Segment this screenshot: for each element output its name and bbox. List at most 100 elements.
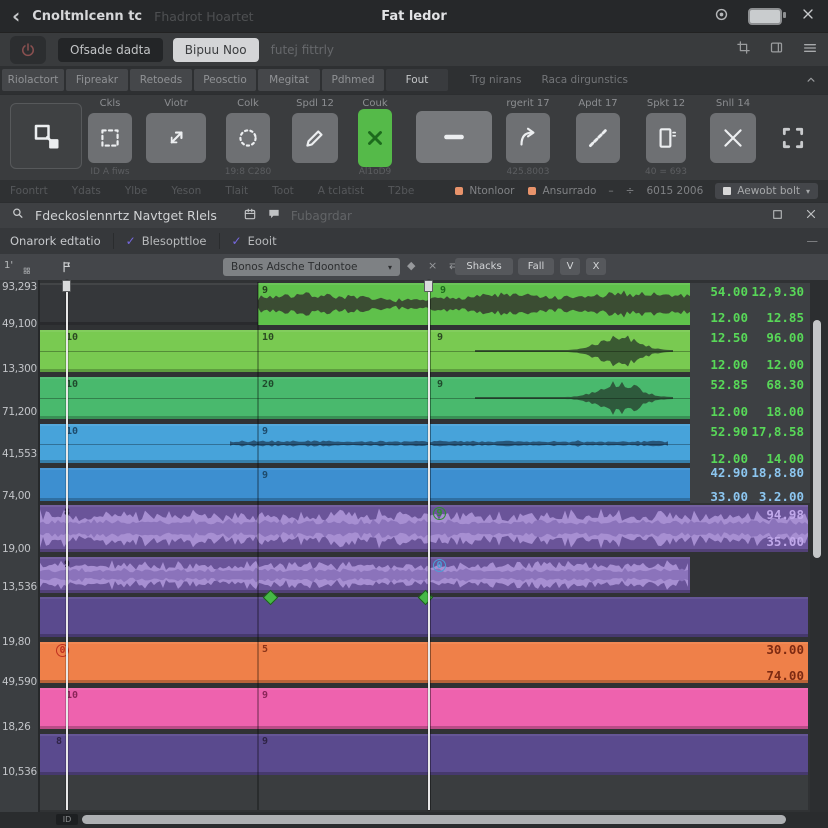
- panel-header: Fdeckoslennrtz Navtget Rlels Fubagrdar: [0, 202, 828, 228]
- status-item-6[interactable]: A tclatist: [318, 185, 364, 197]
- track-row-7[interactable]: 90: [40, 557, 690, 593]
- close-panel-icon[interactable]: [804, 206, 818, 225]
- tool-sublabel-9: 40 = 693: [632, 167, 700, 177]
- cross-tool-button[interactable]: [358, 109, 392, 167]
- collapse-toolbar-icon[interactable]: [804, 73, 818, 87]
- tab-5[interactable]: Pdhmed: [322, 69, 384, 91]
- status-item-1[interactable]: Ydats: [72, 185, 101, 197]
- tool-bar: CklsID A fiwsViotrColk19:8 C280Spdl 12Co…: [0, 94, 828, 180]
- playhead-handle-2[interactable]: [424, 280, 433, 292]
- track-row-3[interactable]: 10209: [40, 377, 690, 419]
- status-dash: –: [608, 185, 613, 197]
- pencil-tool-button[interactable]: [292, 113, 338, 163]
- waveform-centerline: [40, 444, 690, 445]
- collapse-dash[interactable]: —: [807, 234, 819, 248]
- grid-line: [257, 282, 259, 810]
- status-item-4[interactable]: Tlait: [225, 185, 248, 197]
- status-item-0[interactable]: Foontrt: [10, 185, 48, 197]
- sort-icon[interactable]: ÷: [626, 185, 635, 197]
- mixer-button-x[interactable]: X: [586, 258, 606, 275]
- ruler-time-label: 13,300: [2, 363, 37, 375]
- powerbar-button-0[interactable]: Ofsade dadta: [58, 38, 163, 62]
- tab-0[interactable]: Riolactort: [2, 69, 64, 91]
- scroll-chip[interactable]: ID: [56, 814, 78, 825]
- tab-bar: RiolactortFipreakrRetoedsPeosctioMegitat…: [0, 66, 828, 94]
- status-item-2[interactable]: Ylbe: [125, 185, 147, 197]
- minus-tool-button[interactable]: [416, 111, 492, 163]
- track-row-2[interactable]: 10109: [40, 330, 690, 372]
- status-item-7[interactable]: T2be: [388, 185, 414, 197]
- tab-2[interactable]: Retoeds: [130, 69, 192, 91]
- back-button[interactable]: ‹: [12, 6, 20, 26]
- tab-4[interactable]: Megitat: [258, 69, 320, 91]
- audio-clip[interactable]: [258, 283, 690, 325]
- value-right: 96.00: [748, 330, 804, 345]
- document-title: Fat ledor: [381, 9, 447, 24]
- tool-sublabel-5: Al1oD9: [344, 167, 406, 177]
- status-marker-0: Ntonloor: [455, 185, 514, 197]
- dashed-rect-tool-button[interactable]: [88, 113, 132, 163]
- select-tool-tool-button[interactable]: [10, 103, 82, 169]
- track-row-5[interactable]: 9: [40, 468, 690, 501]
- playhead-line-2[interactable]: [428, 280, 430, 810]
- slope-tool-button[interactable]: [576, 113, 620, 163]
- clip-index-badge: 9: [437, 379, 443, 390]
- flag-icon[interactable]: [60, 259, 74, 278]
- door-tool-button[interactable]: [646, 113, 686, 163]
- value-right: 12.85: [748, 310, 804, 325]
- chevron-down-icon: ▾: [806, 187, 810, 196]
- mixer-tool-icon-0[interactable]: ◆: [407, 260, 415, 271]
- filter-check-0[interactable]: ✓Blesopttloe: [126, 234, 207, 248]
- playhead-handle-1[interactable]: [62, 280, 71, 292]
- tool-label-7: rgerit 17: [496, 98, 560, 109]
- calendar-icon[interactable]: [243, 206, 257, 225]
- value-left: [686, 642, 748, 657]
- track-row-1[interactable]: 99: [40, 283, 690, 325]
- preset-dropdown[interactable]: Bonos Adsche Tdoontoe ▾: [223, 258, 400, 276]
- tab-3[interactable]: Peosctio: [194, 69, 256, 91]
- filter-check-1[interactable]: ✓Eooit: [232, 234, 277, 248]
- panel-icon[interactable]: [769, 40, 784, 59]
- mixer-button-v[interactable]: V: [560, 258, 580, 275]
- search-icon[interactable]: [10, 206, 25, 225]
- fullscreen-tool-button[interactable]: [772, 115, 814, 161]
- value-right: 3.2.00: [748, 489, 804, 504]
- tab-bar-text-1[interactable]: Raca dirgunstics: [541, 74, 627, 86]
- status-item-5[interactable]: Toot: [272, 185, 294, 197]
- horizontal-scrollbar[interactable]: [82, 815, 786, 824]
- x-tool-button[interactable]: [710, 113, 756, 163]
- preset-dropdown-label: Bonos Adsche Tdoontoe: [231, 261, 357, 273]
- ruler-time-label: 49,590: [2, 676, 37, 688]
- mixer-tool-icon-1[interactable]: ×: [428, 260, 437, 271]
- playhead-line-1[interactable]: [66, 280, 68, 810]
- move-arrows-tool-button[interactable]: [146, 113, 206, 163]
- track-row-10[interactable]: 109: [40, 688, 808, 729]
- chat-icon[interactable]: [267, 206, 281, 225]
- crop-icon[interactable]: [736, 40, 751, 59]
- time-ruler[interactable]: 93,29349,10013,30071,20041,55374,0019,00…: [0, 280, 40, 812]
- power-button[interactable]: [10, 36, 46, 64]
- vertical-scrollbar[interactable]: [813, 320, 821, 558]
- value-pair: 42.9018,8.80: [686, 465, 808, 480]
- tab-bar-text-0[interactable]: Trg nirans: [470, 74, 521, 86]
- restore-icon[interactable]: [771, 206, 784, 225]
- track-row-4[interactable]: 109: [40, 424, 690, 463]
- powerbar-button-1[interactable]: Bipuu Noo: [173, 38, 259, 62]
- ruler-time-label: 19,80: [2, 636, 31, 648]
- close-icon[interactable]: [800, 6, 816, 26]
- target-icon[interactable]: [713, 6, 730, 27]
- swatch-icon: [723, 187, 731, 195]
- tab-1[interactable]: Fipreakr: [66, 69, 128, 91]
- track-row-11[interactable]: 89: [40, 734, 808, 775]
- tab-6[interactable]: Fout: [386, 69, 448, 91]
- curve-arrow-tool-button[interactable]: [506, 113, 550, 163]
- status-dropdown[interactable]: Aewobt bolt ▾: [715, 183, 818, 199]
- status-dropdown-label: Aewobt bolt: [737, 185, 800, 197]
- mixer-button-shacks[interactable]: Shacks: [455, 258, 513, 275]
- filter-row: Onarork edtatio ✓Blesopttloe✓Eooit —: [0, 228, 828, 254]
- status-item-3[interactable]: Yeson: [171, 185, 201, 197]
- dotted-circle-tool-button[interactable]: [226, 113, 270, 163]
- mixer-button-fall[interactable]: Fall: [518, 258, 554, 275]
- waveform-centerline: [40, 398, 690, 399]
- menu-icon[interactable]: [802, 40, 818, 60]
